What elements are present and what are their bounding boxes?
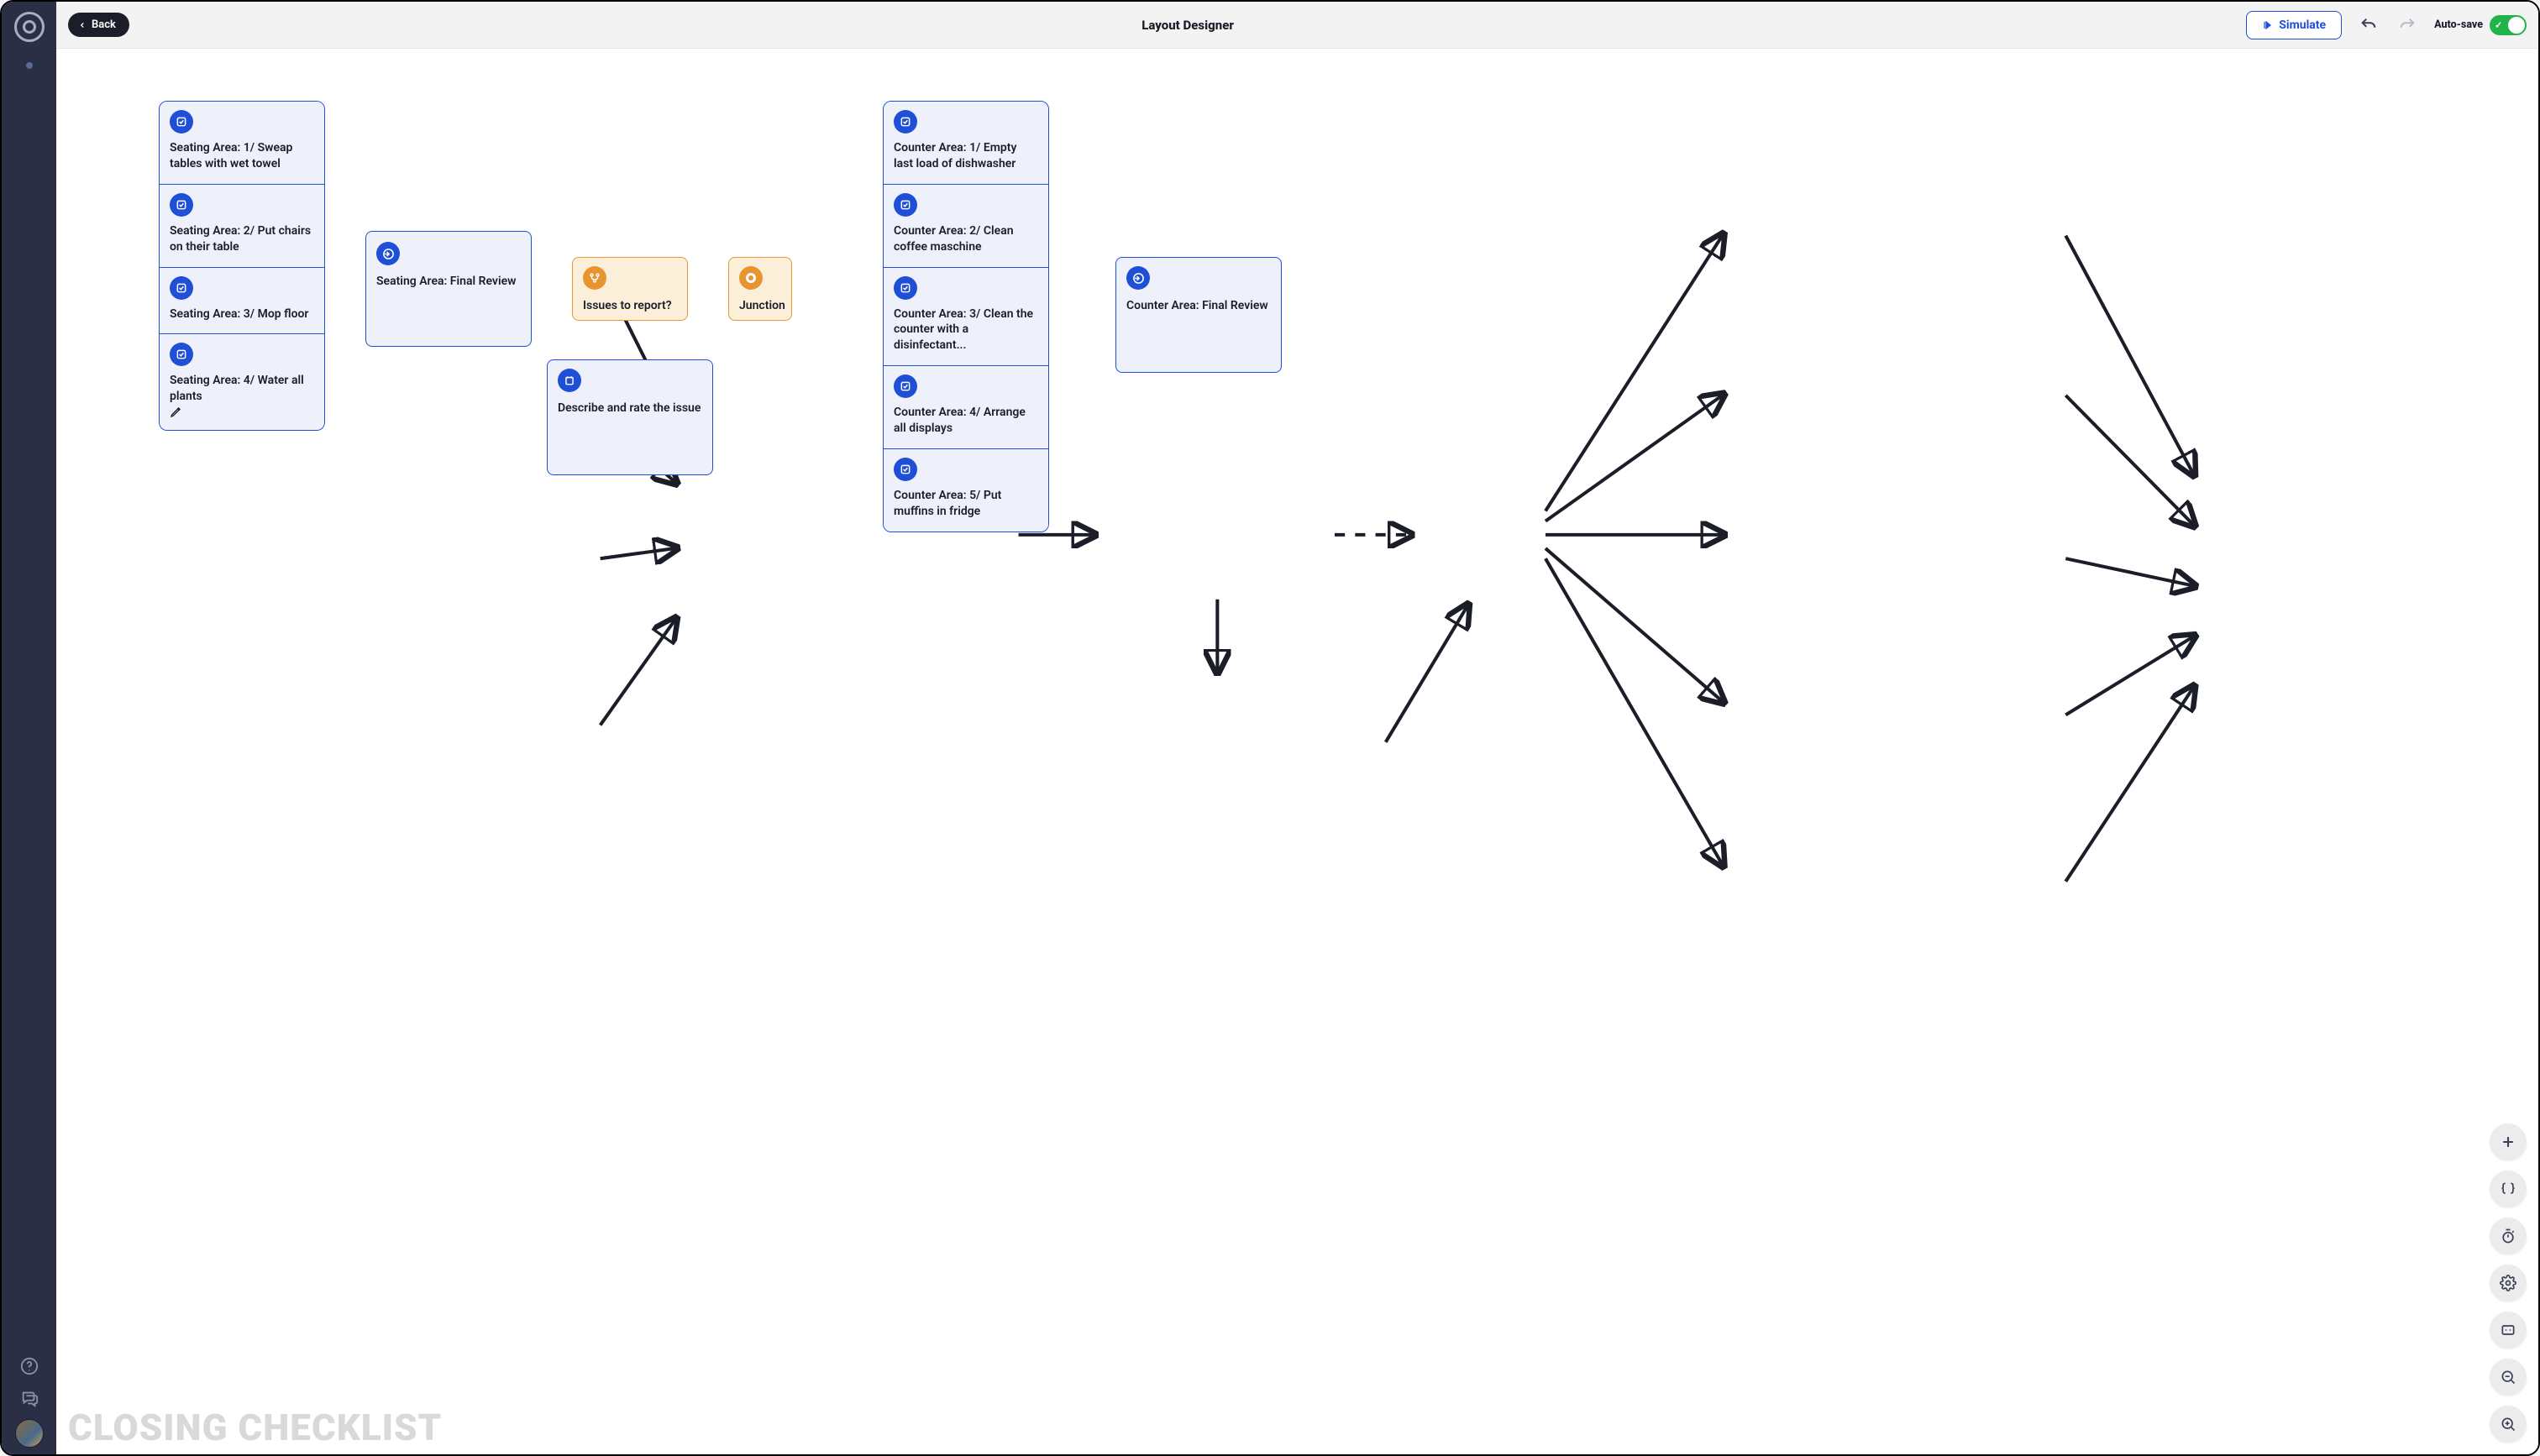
- node-label: Junction: [739, 298, 781, 314]
- enter-icon: [1126, 266, 1150, 290]
- canvas-watermark: CLOSING CHECKLIST: [68, 1406, 442, 1449]
- task-label: Counter Area: 4/ Arrange all displays: [894, 405, 1038, 437]
- zoom-in-button[interactable]: [2490, 1406, 2527, 1443]
- task-label: Counter Area: 2/ Clean coffee maschine: [894, 223, 1038, 255]
- task-label: Seating Area: 2/ Put chairs on their tab…: [170, 223, 314, 255]
- seating-task-stack: Seating Area: 1/ Sweap tables with wet t…: [159, 101, 325, 431]
- checklist-icon: [170, 110, 193, 134]
- header-bar: Back Layout Designer Simulate Auto-save …: [56, 2, 2538, 49]
- counter-task-stack: Counter Area: 1/ Empty last load of dish…: [883, 101, 1049, 532]
- nav-indicator-dot: [26, 62, 33, 69]
- task-node[interactable]: Seating Area: 1/ Sweap tables with wet t…: [160, 102, 324, 185]
- chat-icon[interactable]: [18, 1387, 40, 1409]
- autosave-control: Auto-save ✓: [2434, 15, 2527, 35]
- task-node[interactable]: Counter Area: 4/ Arrange all displays: [884, 366, 1048, 449]
- task-label: Seating Area: 3/ Mop floor: [170, 306, 314, 322]
- task-node[interactable]: Seating Area: 4/ Water all plants: [160, 334, 324, 430]
- main-area: Back Layout Designer Simulate Auto-save …: [56, 2, 2538, 1454]
- page-title: Layout Designer: [141, 18, 2234, 33]
- task-label: Seating Area: 4/ Water all plants: [170, 373, 314, 405]
- enter-icon: [376, 242, 400, 265]
- checklist-icon: [894, 276, 917, 300]
- node-label: Describe and rate the issue: [558, 401, 702, 416]
- back-button[interactable]: Back: [68, 13, 129, 37]
- check-icon: ✓: [2495, 19, 2502, 30]
- form-node[interactable]: Describe and rate the issue: [547, 359, 713, 475]
- task-node[interactable]: Seating Area: 3/ Mop floor: [160, 268, 324, 335]
- task-node[interactable]: Seating Area: 2/ Put chairs on their tab…: [160, 185, 324, 268]
- simulate-button[interactable]: Simulate: [2246, 11, 2342, 39]
- node-label: Seating Area: Final Review: [376, 274, 521, 290]
- autosave-toggle[interactable]: ✓: [2490, 15, 2527, 35]
- checklist-icon: [170, 276, 193, 300]
- timer-button[interactable]: [2490, 1218, 2527, 1254]
- note-icon: [558, 369, 581, 392]
- pen-icon: [170, 405, 314, 418]
- checklist-icon: [894, 193, 917, 217]
- junction-icon: [739, 266, 763, 290]
- decision-node[interactable]: Issues to report?: [572, 257, 688, 321]
- checklist-icon: [170, 193, 193, 217]
- redo-button[interactable]: [2396, 13, 2419, 37]
- zoom-out-button[interactable]: [2490, 1359, 2527, 1396]
- node-label: Counter Area: Final Review: [1126, 298, 1271, 314]
- settings-button[interactable]: [2490, 1265, 2527, 1301]
- canvas-tool-stack: [2490, 1123, 2527, 1443]
- task-node[interactable]: Counter Area: 5/ Put muffins in fridge: [884, 449, 1048, 532]
- header-actions: Simulate Auto-save ✓: [2246, 11, 2527, 39]
- undo-button[interactable]: [2357, 13, 2380, 37]
- app-frame: Back Layout Designer Simulate Auto-save …: [0, 0, 2540, 1456]
- checklist-icon: [894, 110, 917, 134]
- final-review-node[interactable]: Counter Area: Final Review: [1115, 257, 1282, 373]
- autosave-label: Auto-save: [2434, 18, 2483, 31]
- user-avatar[interactable]: [15, 1419, 44, 1448]
- task-node[interactable]: Counter Area: 2/ Clean coffee maschine: [884, 185, 1048, 268]
- task-label: Counter Area: 3/ Clean the counter with …: [894, 306, 1038, 354]
- node-label: Issues to report?: [583, 298, 677, 314]
- task-label: Seating Area: 1/ Sweap tables with wet t…: [170, 140, 314, 172]
- app-logo[interactable]: [14, 12, 45, 42]
- task-label: Counter Area: 5/ Put muffins in fridge: [894, 488, 1038, 520]
- simulate-button-label: Simulate: [2279, 18, 2326, 32]
- task-node[interactable]: Counter Area: 1/ Empty last load of dish…: [884, 102, 1048, 185]
- checklist-icon: [170, 343, 193, 366]
- fit-view-button[interactable]: [2490, 1312, 2527, 1349]
- branch-icon: [583, 266, 606, 290]
- help-icon[interactable]: [18, 1355, 40, 1377]
- task-node[interactable]: Counter Area: 3/ Clean the counter with …: [884, 268, 1048, 367]
- left-nav-rail: [2, 2, 56, 1454]
- back-button-label: Back: [92, 18, 116, 31]
- final-review-node[interactable]: Seating Area: Final Review: [365, 231, 532, 347]
- json-braces-button[interactable]: [2490, 1171, 2527, 1207]
- flow-canvas[interactable]: Seating Area: 1/ Sweap tables with wet t…: [56, 49, 2538, 1454]
- junction-node[interactable]: Junction: [728, 257, 792, 321]
- checklist-icon: [894, 374, 917, 398]
- checklist-icon: [894, 458, 917, 481]
- add-node-button[interactable]: [2490, 1123, 2527, 1160]
- task-label: Counter Area: 1/ Empty last load of dish…: [894, 140, 1038, 172]
